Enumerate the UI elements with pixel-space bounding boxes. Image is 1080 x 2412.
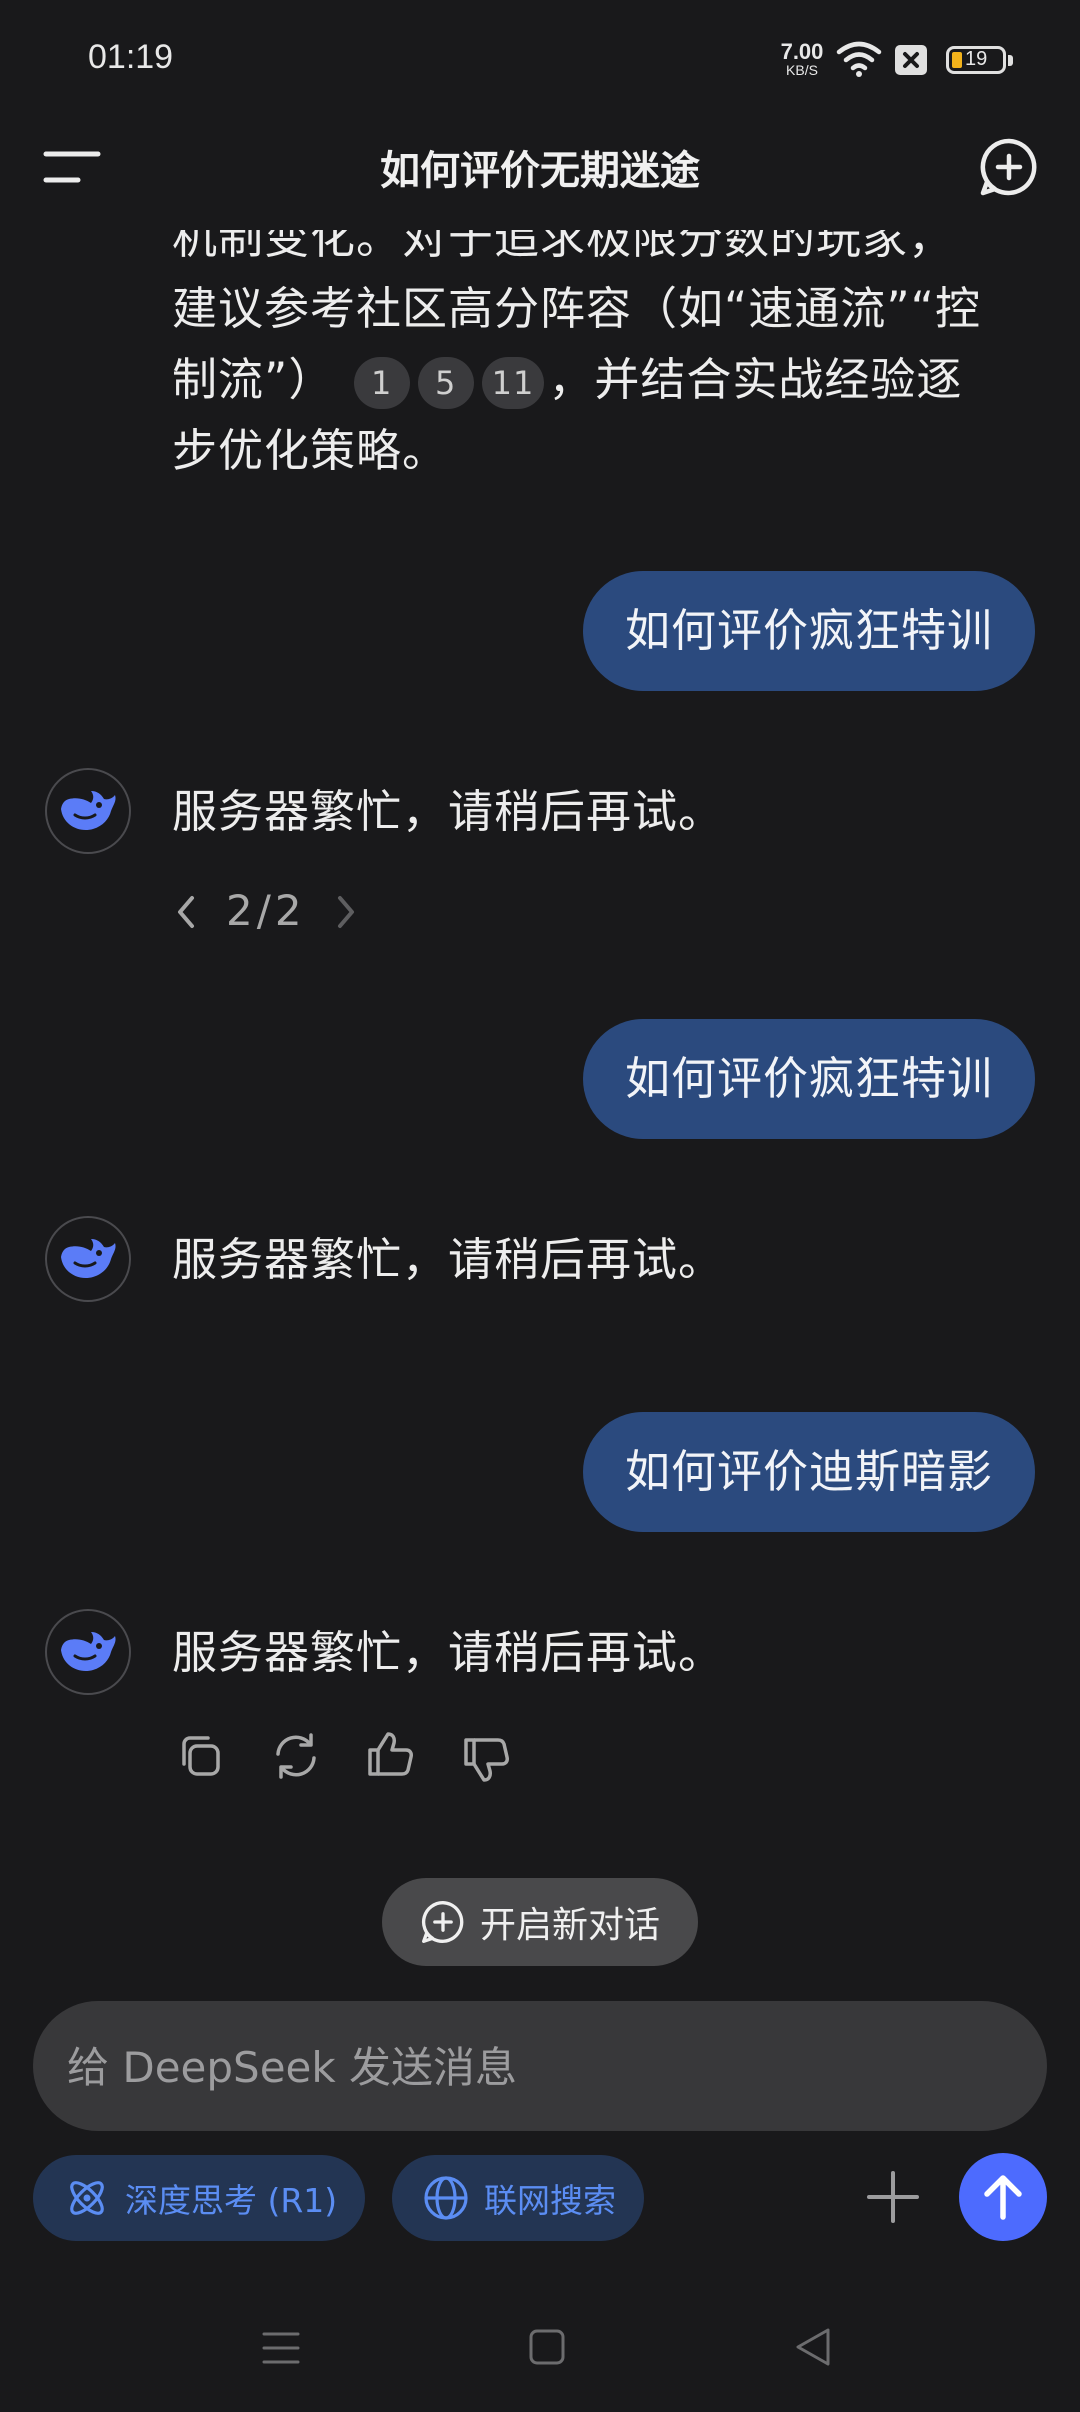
- network-speed: 7.00 KB/S: [776, 39, 828, 80]
- web-search-toggle[interactable]: 联网搜索: [392, 2155, 644, 2241]
- assistant-message: 服务器繁忙，请稍后再试。: [172, 1626, 725, 1679]
- thumbs-down-icon[interactable]: [460, 1732, 514, 1786]
- wifi-icon: [836, 41, 882, 77]
- deepseek-whale-icon: [61, 791, 116, 831]
- battery-cap: [1008, 55, 1013, 66]
- citation-badge[interactable]: 1: [353, 357, 410, 409]
- thumbs-up-icon[interactable]: [364, 1728, 418, 1782]
- globe-icon: [424, 2176, 468, 2220]
- assistant-answer: 机制变化。对于追求极限分数的玩家， 建议参考社区高分阵容（如“速通流”“控 制流…: [172, 230, 1052, 486]
- message-input-container[interactable]: [33, 2001, 1047, 2133]
- answer-text: 制流”）: [172, 353, 335, 406]
- new-chat-icon: [421, 1901, 464, 1943]
- home-nav-icon[interactable]: [528, 2328, 566, 2366]
- assistant-message: 服务器繁忙，请稍后再试。: [172, 785, 725, 838]
- deepseek-whale-icon: [61, 1632, 116, 1672]
- recents-nav-icon[interactable]: [262, 2330, 300, 2366]
- user-message[interactable]: 如何评价疯狂特训: [582, 1019, 1035, 1139]
- response-pager: 2/2: [226, 886, 306, 935]
- conversation-title: 如何评价无期迷途: [380, 148, 700, 194]
- deep-think-toggle[interactable]: 深度思考 (R1): [33, 2155, 366, 2241]
- deepseek-avatar: [45, 768, 131, 854]
- answer-line: 机制变化。对于追求极限分数的玩家，: [172, 230, 955, 264]
- answer-line: 建议参考社区高分阵容（如“速通流”“控: [172, 282, 981, 335]
- plus-icon[interactable]: [866, 2170, 920, 2224]
- network-speed-value: 7.00: [780, 39, 824, 64]
- message-input[interactable]: [65, 2001, 1009, 2133]
- answer-text: ，并结合实战经验逐: [548, 353, 963, 406]
- back-nav-icon[interactable]: [794, 2326, 832, 2368]
- citation-badge[interactable]: 5: [417, 357, 474, 409]
- chevron-left-icon[interactable]: [172, 892, 202, 932]
- citation-badge[interactable]: 11: [481, 357, 545, 409]
- assistant-message: 服务器繁忙，请稍后再试。: [172, 1233, 725, 1286]
- deepseek-whale-icon: [61, 1239, 116, 1279]
- battery-level: 19: [965, 48, 988, 70]
- new-chat-button[interactable]: 开启新对话: [382, 1878, 698, 1966]
- atom-icon: [70, 2181, 104, 2215]
- battery-icon: 19: [946, 46, 1006, 74]
- deepseek-avatar: [45, 1609, 131, 1695]
- send-button[interactable]: [959, 2153, 1047, 2241]
- web-search-label: 联网搜索: [484, 2181, 616, 2220]
- chat-scroll-area[interactable]: 机制变化。对于追求极限分数的玩家， 建议参考社区高分阵容（如“速通流”“控 制流…: [0, 230, 1080, 1990]
- status-time: 01:19: [88, 38, 174, 76]
- copy-icon[interactable]: [174, 1730, 226, 1782]
- deepseek-avatar: [45, 1216, 131, 1302]
- chevron-right-icon[interactable]: [330, 892, 360, 932]
- no-sim-icon: [895, 45, 927, 75]
- answer-line: 步优化策略。: [172, 424, 449, 477]
- deep-think-label: 深度思考 (R1): [125, 2181, 338, 2220]
- user-message[interactable]: 如何评价迪斯暗影: [582, 1412, 1035, 1532]
- arrow-up-icon: [984, 2175, 1022, 2220]
- new-chat-icon[interactable]: [978, 136, 1040, 198]
- user-message[interactable]: 如何评价疯狂特训: [582, 571, 1035, 691]
- new-chat-label: 开启新对话: [479, 1905, 660, 1946]
- regenerate-icon[interactable]: [270, 1730, 322, 1782]
- battery-fill: [952, 52, 962, 68]
- answer-line: 制流”） 1 5 11 ，并结合实战经验逐: [172, 344, 1052, 415]
- menu-icon[interactable]: [42, 148, 102, 188]
